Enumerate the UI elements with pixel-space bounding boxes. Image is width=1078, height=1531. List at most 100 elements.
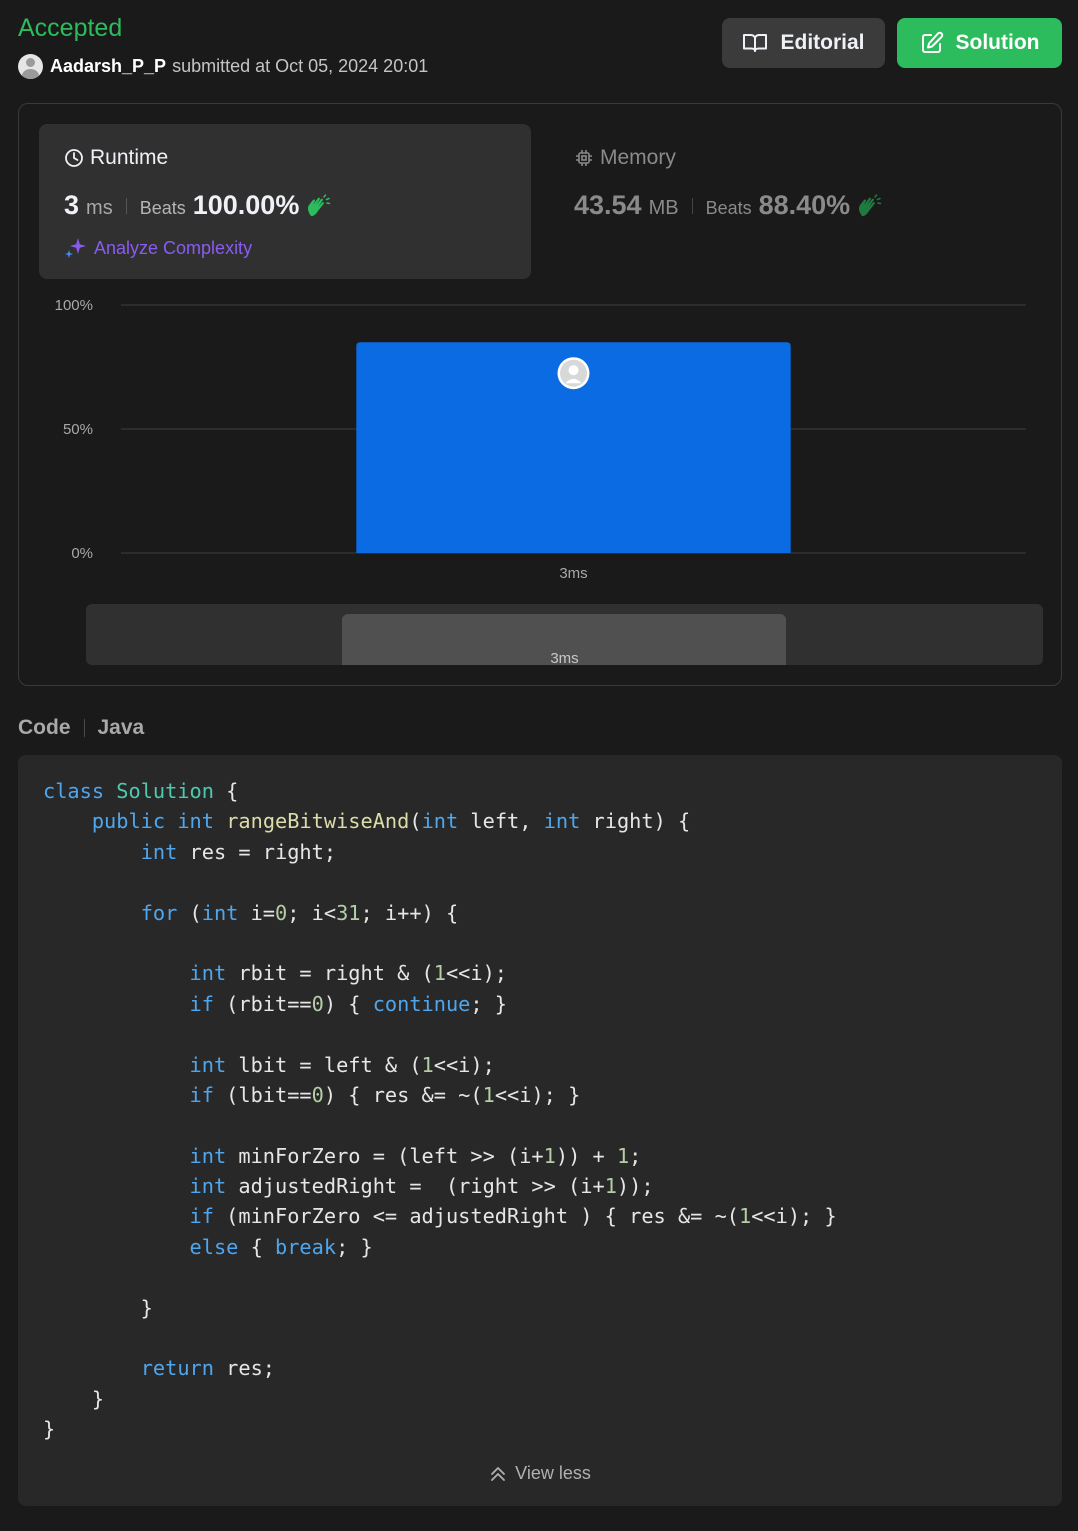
code-token: ; } [470, 991, 508, 1016]
code-token: <<i); } [494, 1082, 581, 1107]
analyze-complexity-link[interactable]: Analyze Complexity [64, 236, 252, 260]
code-token: int [201, 900, 239, 925]
code-token: <<i); [445, 961, 508, 986]
code-line: } [43, 1384, 837, 1414]
code-token: 0 [275, 900, 288, 925]
submitter-info: Aadarsh_P_P submitted at Oct 05, 2024 20… [18, 54, 428, 79]
code-token: 0 [311, 991, 324, 1016]
code-token: else [189, 1234, 239, 1259]
code-line: return res; [43, 1353, 837, 1383]
code-token: int [543, 809, 581, 834]
code-block[interactable]: class Solution { public int rangeBitwise… [18, 755, 1062, 1506]
clap-icon [308, 193, 331, 216]
divider [83, 719, 85, 737]
code-token: ) { [323, 991, 373, 1016]
code-token: ; [629, 1143, 642, 1168]
runtime-unit: ms [86, 197, 113, 219]
code-line: for (int i=0; i<31; i++) { [43, 898, 837, 928]
code-token: rangeBitwiseAnd [226, 809, 410, 834]
runtime-stats: 3 ms Beats 100.00% [64, 190, 331, 221]
memory-stats: 43.54 MB Beats 88.40% [574, 190, 882, 221]
code-token: 1 [543, 1143, 556, 1168]
code-line: int minForZero = (left >> (i+1)) + 1; [43, 1141, 837, 1171]
divider [125, 197, 127, 214]
code-token: <<i); [433, 1052, 495, 1077]
distribution-minimap[interactable]: 3ms [86, 604, 1043, 665]
code-token: 1 [482, 1082, 495, 1107]
code-line: if (rbit==0) { continue; } [43, 989, 837, 1019]
memory-value: 43.54 [574, 190, 642, 220]
code-line: public int rangeBitwiseAnd(int left, int… [43, 806, 837, 836]
code-token: Solution [116, 779, 214, 803]
code-line: else { break; } [43, 1232, 837, 1262]
view-less-button[interactable]: View less [18, 1463, 1062, 1484]
code-token: } [43, 1295, 153, 1320]
x-tick-label: 3ms [559, 565, 587, 582]
y-tick-label: 100% [55, 297, 93, 314]
code-label: Code [18, 716, 71, 739]
code-token: ; i++) { [360, 900, 459, 925]
editorial-button[interactable]: Editorial [722, 18, 885, 68]
code-token: res; [213, 1356, 276, 1381]
runtime-card[interactable]: Runtime 3 ms Beats 100.00% Analyze Compl… [39, 124, 531, 279]
code-token: minForZero = (left >> (i+ [226, 1143, 544, 1168]
memory-title: Memory [574, 146, 676, 170]
code-token: (minForZero <= adjustedRight ) { res &= … [213, 1204, 739, 1229]
code-token: int [140, 839, 178, 864]
code-token: int [421, 809, 459, 834]
code-token: 1 [604, 1174, 617, 1199]
memory-card[interactable]: Memory 43.54 MB Beats 88.40% [574, 124, 1034, 279]
code-token: rbit = right & ( [226, 961, 434, 986]
y-tick-label: 0% [71, 545, 93, 562]
sparkle-icon [65, 238, 86, 258]
code-token: 31 [336, 900, 361, 925]
clock-icon [65, 149, 83, 167]
chevrons-up-icon [491, 1466, 506, 1481]
code-token: ( [177, 900, 202, 925]
code-token: continue [372, 991, 471, 1016]
runtime-beats-pct: 100.00% [192, 190, 300, 220]
code-token: 0 [311, 1082, 324, 1107]
code-token: int [189, 1174, 227, 1199]
y-tick-label: 50% [63, 421, 93, 438]
performance-panel: Runtime 3 ms Beats 100.00% Analyze Compl… [18, 103, 1062, 686]
code-token: int [189, 961, 227, 986]
divider [691, 197, 693, 214]
code-line: } [43, 1293, 837, 1323]
code-token: int [177, 809, 214, 834]
code-token: 1 [616, 1143, 630, 1168]
code-token: i= [238, 900, 276, 925]
code-token: if [189, 1204, 214, 1229]
user-avatar[interactable] [18, 54, 43, 79]
code-token: break [275, 1234, 337, 1259]
code-token: (lbit== [213, 1082, 312, 1107]
solution-button[interactable]: Solution [897, 18, 1062, 68]
edit-icon [921, 31, 943, 53]
code-token: 1 [421, 1052, 434, 1077]
analyze-complexity-label: Analyze Complexity [94, 237, 253, 258]
username-link[interactable]: Aadarsh_P_P [50, 56, 166, 77]
view-less-label: View less [515, 1463, 591, 1483]
code-line: int lbit = left & (1<<i); [43, 1050, 837, 1080]
code-line: int rbit = right & (1<<i); [43, 958, 837, 988]
runtime-beats-label: Beats [139, 198, 186, 218]
code-content[interactable]: class Solution { public int rangeBitwise… [43, 776, 837, 1445]
runtime-distribution-chart: 0% 50% 100% 3ms [55, 297, 1026, 582]
code-token: <<i); } [751, 1204, 837, 1229]
code-token: int [189, 1143, 227, 1168]
code-token: } [43, 1417, 56, 1442]
memory-title-label: Memory [600, 146, 676, 169]
